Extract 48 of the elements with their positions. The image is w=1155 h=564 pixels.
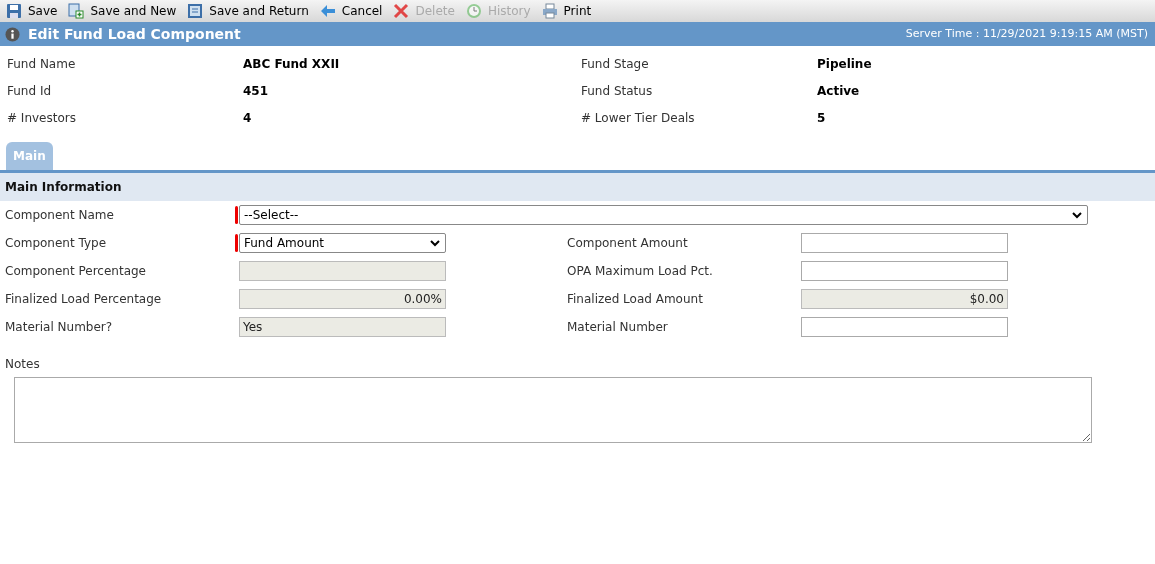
summary-value: 4 [243,109,253,127]
input-field[interactable] [801,317,1008,337]
summary-label: Fund Id [7,82,53,100]
field-label: Component Name [5,207,115,224]
printer-icon [541,3,558,19]
dropdown-field[interactable]: Fund Amount [239,233,446,253]
page-title: Edit Fund Load Component [28,24,241,44]
summary-value: ABC Fund XXII [243,55,341,73]
document-plus-icon [68,3,85,19]
readonly-field[interactable]: Yes [239,317,446,337]
notes-field[interactable] [14,377,1092,443]
summary-label: Fund Name [7,55,77,73]
summary-value: Active [817,82,861,100]
summary-value: 5 [817,109,827,127]
chevron-down-icon [429,237,441,249]
summary-label: # Investors [7,109,77,127]
clock-icon [465,3,482,19]
field-label: Component Percentage [5,263,147,280]
input-field[interactable] [801,233,1008,253]
left-arrow-icon [319,3,336,19]
notes-label: Notes [5,357,40,371]
readonly-field[interactable] [239,261,446,281]
toolbar-button[interactable]: Save and Return [187,2,309,20]
toolbar-button[interactable]: Cancel [319,2,383,20]
info-icon [5,26,20,42]
summary-label: Fund Status [581,82,654,100]
input-field[interactable] [801,261,1008,281]
field-label: Component Amount [567,235,689,252]
summary-label: Fund Stage [581,55,650,73]
toolbar-button[interactable]: Print [541,2,592,20]
server-time: Server Time : 11/29/2021 9:19:15 AM (MST) [905,25,1149,42]
chevron-down-icon [1071,209,1083,221]
section-title: Main Information [5,179,122,196]
readonly-field[interactable]: $0.00 [801,289,1008,309]
field-label: Material Number [567,319,669,336]
field-label: Finalized Load Amount [567,291,704,308]
toolbar-button[interactable]: Save and New [68,2,177,20]
cross-icon [393,3,410,19]
summary-value: 451 [243,82,270,100]
summary-label: # Lower Tier Deals [581,109,696,127]
field-label: Material Number? [5,319,114,336]
toolbar-button[interactable]: Save [6,2,58,20]
readonly-field[interactable]: 0.00% [239,289,446,309]
dropdown-field[interactable]: --Select-- [239,205,1088,225]
field-label: OPA Maximum Load Pct. [567,263,714,280]
field-label: Finalized Load Percentage [5,291,163,308]
summary-value: Pipeline [817,55,873,73]
field-label: Component Type [5,235,108,252]
